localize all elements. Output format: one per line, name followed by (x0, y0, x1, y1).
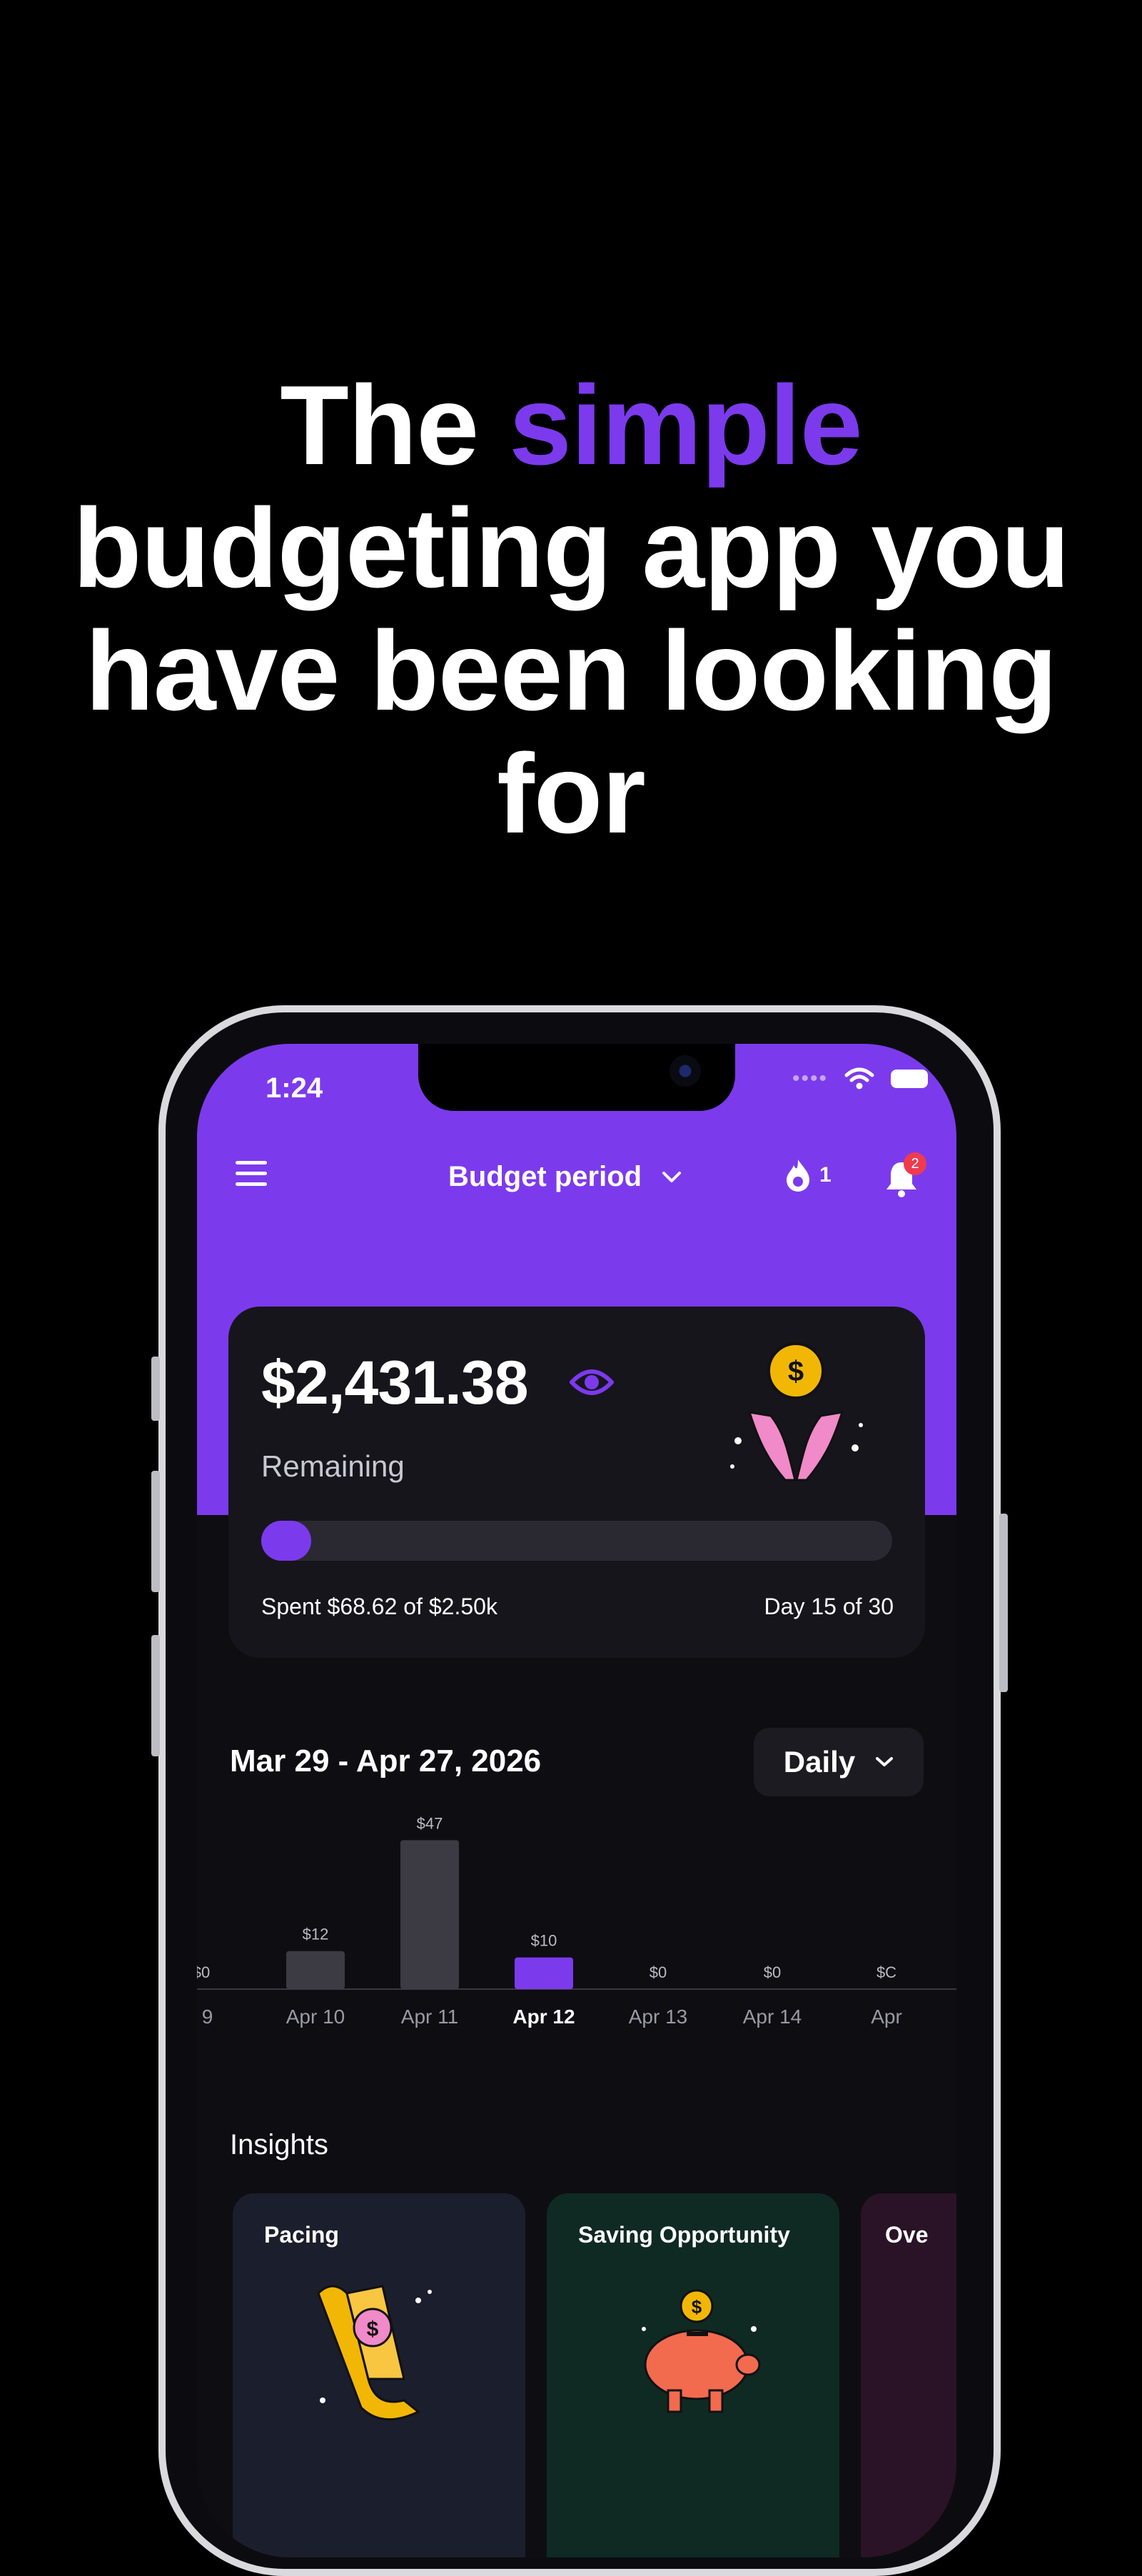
chart-bar (286, 1951, 345, 1989)
chart-tick-label: Apr 11 (401, 2006, 458, 2028)
chart-tick-label: Apr 12 (512, 2006, 575, 2028)
headline-line2: budgeting app you (72, 485, 1070, 611)
status-indicators: •••• (792, 1067, 928, 1091)
phone-side-button (151, 1357, 160, 1421)
remaining-label: Remaining (261, 1449, 405, 1483)
notification-badge: 2 (904, 1152, 926, 1175)
granularity-label: Daily (783, 1745, 856, 1778)
battery-icon (891, 1070, 928, 1088)
chart-tick-label: Apr 13 (629, 2006, 688, 2028)
headline-accent-word: simple (509, 363, 863, 488)
chart-value-label: $10 (531, 1932, 557, 1950)
phone-side-button (151, 1635, 160, 1756)
top-bar: Budget period 1 2 (197, 1151, 956, 1208)
menu-icon[interactable] (236, 1161, 267, 1192)
chart-value-label: $C (876, 1963, 896, 1981)
budget-progress-bar (261, 1521, 892, 1561)
svg-text:$: $ (692, 2296, 702, 2318)
headline-line3: have been looking (85, 608, 1057, 734)
spent-text: Spent $68.62 of $2.50k (261, 1594, 497, 1619)
budget-progress-fill (261, 1521, 311, 1561)
budget-period-selector[interactable]: Budget period (448, 1161, 682, 1193)
chart-value-label: $0 (650, 1963, 667, 1981)
insight-card-label: Saving Opportunity (578, 2222, 790, 2248)
eye-icon[interactable] (570, 1364, 614, 1401)
chart-value-label: $0 (764, 1963, 781, 1981)
budget-summary-card: $2,431.38 Remaining $ Spent $68.62 of $2… (228, 1307, 925, 1658)
insight-card-overspending[interactable]: Ove (861, 2193, 956, 2557)
status-time: 1:24 (266, 1072, 323, 1104)
budget-period-label: Budget period (448, 1161, 642, 1192)
wifi-icon (844, 1067, 874, 1090)
phone-side-button (151, 1471, 160, 1592)
piggy-bank-illustration: $ (642, 2289, 761, 2413)
chart-tick-label: Apr (871, 2006, 902, 2028)
insight-card-pacing[interactable]: Pacing $ (233, 2193, 525, 2557)
chevron-down-icon (876, 1757, 894, 1766)
insight-card-label: Ove (885, 2222, 929, 2248)
flame-icon (787, 1159, 809, 1192)
notifications-button[interactable]: 2 (884, 1152, 926, 1198)
streak-counter[interactable]: 1 (784, 1158, 832, 1192)
signal-dots: •••• (792, 1067, 828, 1090)
chart-value-label: $47 (417, 1815, 443, 1832)
app-screen: 1:24 •••• Budget period 1 2 $2,431.38 Re… (197, 1044, 956, 2557)
svg-text:$: $ (788, 1356, 804, 1387)
camera-icon (669, 1055, 701, 1087)
date-range-label: Mar 29 - Apr 27, 2026 (230, 1744, 542, 1778)
chart-tick-label: Apr 14 (743, 2006, 802, 2028)
remaining-amount: $2,431.38 (261, 1349, 529, 1417)
coin-hands-illustration: $ (730, 1342, 863, 1481)
chart-value-label: $0 (197, 1963, 210, 1981)
chart-value-label: $12 (303, 1926, 329, 1943)
granularity-dropdown[interactable]: Daily (754, 1728, 924, 1796)
insights-title: Insights (230, 2129, 328, 2160)
streak-count: 1 (819, 1163, 832, 1187)
phone-side-button (999, 1514, 1008, 1692)
marketing-headline: The simple budgeting app you have been l… (0, 364, 1142, 855)
daily-spending-chart: $0 r 9 $12 Apr 10 $47 Apr 11 $10 Apr 12 $0 Apr 13… (197, 1815, 956, 2028)
chart-bar (515, 1957, 573, 1989)
headline-line1-plain: The (280, 363, 510, 488)
chevron-down-icon (662, 1171, 682, 1182)
headline-line4: for (497, 731, 646, 857)
chart-tick-label: r 9 (197, 2006, 213, 2028)
receipt-illustration: $ (317, 2285, 432, 2421)
phone-notch (418, 1044, 735, 1111)
insight-card-saving[interactable]: Saving Opportunity $ (547, 2193, 839, 2557)
day-text: Day 15 of 30 (764, 1594, 894, 1619)
svg-text:$: $ (367, 2318, 379, 2341)
chart-bar (400, 1840, 459, 1989)
chart-tick-label: Apr 10 (286, 2006, 345, 2028)
insight-card-label: Pacing (264, 2222, 339, 2248)
